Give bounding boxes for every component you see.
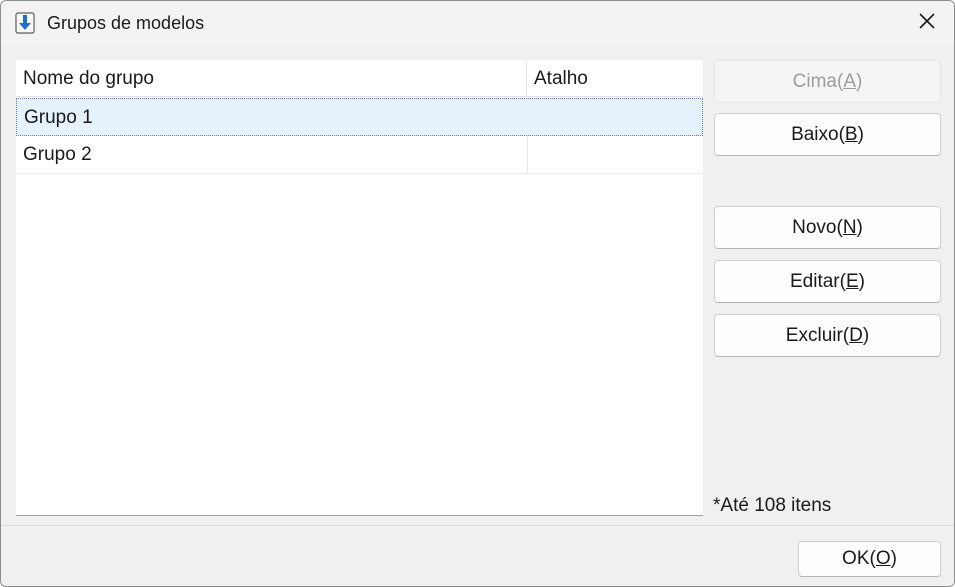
row-group-name: Grupo 1 <box>24 107 93 128</box>
edit-button[interactable]: Editar(E) <box>714 260 941 303</box>
title-bar: Grupos de modelos <box>1 1 954 45</box>
column-header-group-name[interactable]: Nome do grupo <box>16 60 527 97</box>
close-button[interactable] <box>910 7 944 39</box>
edit-label: Editar( <box>790 271 846 292</box>
new-label: Novo( <box>792 217 843 238</box>
row-group-name: Grupo 2 <box>23 144 92 165</box>
dialog-window: Grupos de modelos Nome do grupo Atalho G… <box>0 0 955 587</box>
ok-label: OK( <box>842 548 876 569</box>
group-list[interactable]: Nome do grupo Atalho Grupo 1 Grupo 2 <box>16 60 703 516</box>
delete-label: Excluir( <box>785 325 850 346</box>
new-button[interactable]: Novo(N) <box>714 206 941 249</box>
ok-suffix: ) <box>890 548 897 569</box>
move-down-label: Baixo( <box>791 124 845 145</box>
list-header: Nome do grupo Atalho <box>16 60 703 97</box>
close-icon <box>918 12 936 35</box>
edit-suffix: ) <box>858 271 865 292</box>
row-shortcut <box>528 99 704 136</box>
move-down-suffix: ) <box>857 124 864 145</box>
table-row[interactable]: Grupo 2 <box>16 136 703 174</box>
row-shortcut <box>527 136 703 173</box>
ok-accesskey: O <box>875 548 891 569</box>
move-up-label: Cima( <box>792 71 844 92</box>
move-down-button[interactable]: Baixo(B) <box>714 113 941 156</box>
download-arrow-icon <box>15 12 35 34</box>
window-title: Grupos de modelos <box>47 13 205 33</box>
edit-accesskey: E <box>845 271 859 292</box>
delete-suffix: ) <box>862 325 870 346</box>
move-up-suffix: ) <box>856 71 863 92</box>
delete-button[interactable]: Excluir(D) <box>714 314 941 357</box>
delete-accesskey: D <box>849 325 863 346</box>
ok-button[interactable]: OK(O) <box>798 541 941 577</box>
move-up-accesskey: A <box>843 71 857 92</box>
column-header-shortcut[interactable]: Atalho <box>527 60 703 97</box>
move-up-button[interactable]: Cima(A) <box>714 60 941 103</box>
item-limit-note: *Até 108 itens <box>713 495 832 516</box>
new-accesskey: N <box>842 217 857 238</box>
move-down-accesskey: B <box>844 124 858 145</box>
new-suffix: ) <box>856 217 863 238</box>
table-row[interactable]: Grupo 1 <box>16 98 703 136</box>
